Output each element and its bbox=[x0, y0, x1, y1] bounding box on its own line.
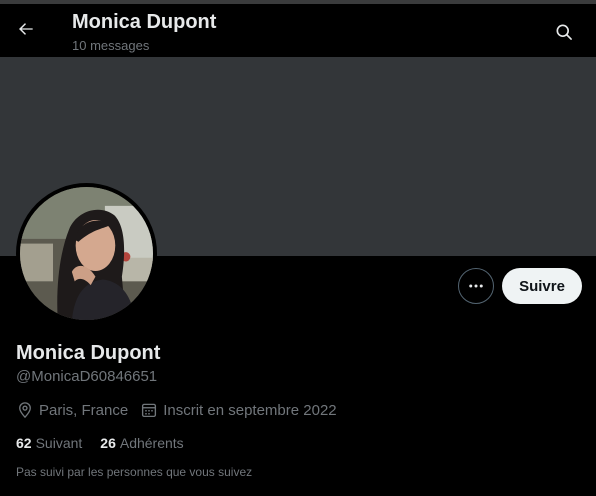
profile-header: Monica Dupont 10 messages bbox=[0, 4, 596, 57]
search-button[interactable] bbox=[550, 18, 578, 46]
more-dots-icon bbox=[469, 284, 483, 288]
followers-label: Adhérents bbox=[119, 435, 184, 451]
profile-page: Monica Dupont 10 messages Suivre Monica … bbox=[0, 0, 596, 496]
following-link[interactable]: 62 Suivant bbox=[16, 435, 82, 451]
followers-count: 26 bbox=[100, 435, 116, 451]
profile-meta: Paris, France Inscrit en septembre 2022 bbox=[16, 400, 349, 420]
joined-text: Inscrit en septembre 2022 bbox=[163, 401, 337, 419]
location-text: Paris, France bbox=[39, 401, 129, 419]
not-followed-note: Pas suivi par les personnes que vous sui… bbox=[16, 465, 253, 479]
arrow-left-icon bbox=[19, 23, 33, 35]
search-icon bbox=[556, 24, 572, 40]
follow-button[interactable]: Suivre bbox=[502, 268, 582, 304]
joined-item: Inscrit en septembre 2022 bbox=[140, 401, 337, 419]
post-count: 10 messages bbox=[72, 38, 150, 53]
calendar-icon bbox=[142, 403, 157, 418]
header-title: Monica Dupont bbox=[72, 11, 217, 33]
location-pin-icon bbox=[19, 402, 31, 419]
more-options-button[interactable] bbox=[458, 268, 494, 304]
back-button[interactable] bbox=[12, 15, 40, 43]
location-item: Paris, France bbox=[16, 401, 128, 419]
following-label: Suivant bbox=[35, 435, 83, 451]
follow-stats: 62 Suivant 26 Adhérents bbox=[16, 433, 202, 453]
profile-name: Monica Dupont bbox=[16, 342, 161, 364]
profile-handle: @MonicaD60846651 bbox=[16, 368, 158, 385]
followers-link[interactable]: 26 Adhérents bbox=[100, 435, 183, 451]
avatar[interactable] bbox=[16, 183, 157, 324]
following-count: 62 bbox=[16, 435, 32, 451]
avatar-photo bbox=[20, 187, 153, 320]
